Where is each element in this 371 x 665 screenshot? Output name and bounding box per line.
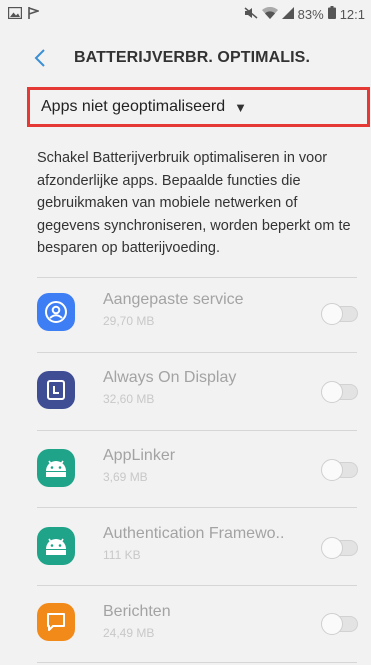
filter-dropdown[interactable]: Apps niet geoptimaliseerd ▼ [27,87,370,127]
app-row-applinker[interactable]: AppLinker 3,69 MB [0,429,371,507]
android-icon [37,449,75,487]
optimize-toggle[interactable] [321,381,358,403]
app-name: Always On Display [103,369,237,386]
battery-icon [327,6,336,22]
toggle-knob [321,613,343,635]
mute-icon [244,6,258,22]
battery-percent: 83% [297,6,324,22]
gallery-notification-icon [7,6,23,22]
app-text: Authentication Framewo.. 111 KB [103,525,284,562]
app-size: 24,49 MB [103,626,155,640]
page-title: BATTERIJVERBR. OPTIMALIS. [74,49,310,66]
message-icon [37,603,75,641]
status-right: 83% 12:1 [244,6,371,22]
app-name: AppLinker [103,447,176,464]
app-size: 32,60 MB [103,392,155,406]
toggle-knob [321,381,343,403]
app-name: Aangepaste service [103,291,244,308]
divider [37,662,357,663]
app-row-aangepaste-service[interactable]: Aangepaste service 29,70 MB [0,273,371,351]
app-size: 3,69 MB [103,470,148,484]
app-size: 111 KB [103,548,141,562]
app-text: Berichten 24,49 MB [103,603,171,640]
always-on-display-icon [37,371,75,409]
app-name: Authentication Framewo.. [103,525,285,542]
filter-label: Apps niet geoptimaliseerd [41,98,226,115]
optimize-toggle[interactable] [321,537,358,559]
description-text: Schakel Batterijverbruik optimaliseren i… [37,150,351,256]
app-row-berichten[interactable]: Berichten 24,49 MB [0,585,371,663]
app-text: Always On Display 32,60 MB [103,369,236,406]
signal-icon [281,6,294,22]
toggle-knob [321,303,343,325]
optimize-toggle[interactable] [321,459,358,481]
app-name: Berichten [103,603,171,620]
android-icon [37,527,75,565]
optimize-toggle[interactable] [321,613,358,635]
app-text: AppLinker 3,69 MB [103,447,175,484]
flag-notification-icon [28,6,41,22]
app-text: Aangepaste service 29,70 MB [103,291,244,328]
back-arrow-icon[interactable] [20,38,60,78]
dropdown-arrow-icon: ▼ [234,99,247,115]
service-icon [37,293,75,331]
app-size: 29,70 MB [103,314,155,328]
toggle-knob [321,459,343,481]
status-bar: 83% 12:1 [0,0,371,28]
app-row-always-on-display[interactable]: Always On Display 32,60 MB [0,351,371,429]
status-left [0,6,41,22]
toggle-knob [321,537,343,559]
app-header: BATTERIJVERBR. OPTIMALIS. [0,30,371,86]
app-row-authentication-framework[interactable]: Authentication Framewo.. 111 KB [0,507,371,585]
optimize-toggle[interactable] [321,303,358,325]
status-time: 12:1 [339,6,365,22]
wifi-icon [261,6,278,22]
